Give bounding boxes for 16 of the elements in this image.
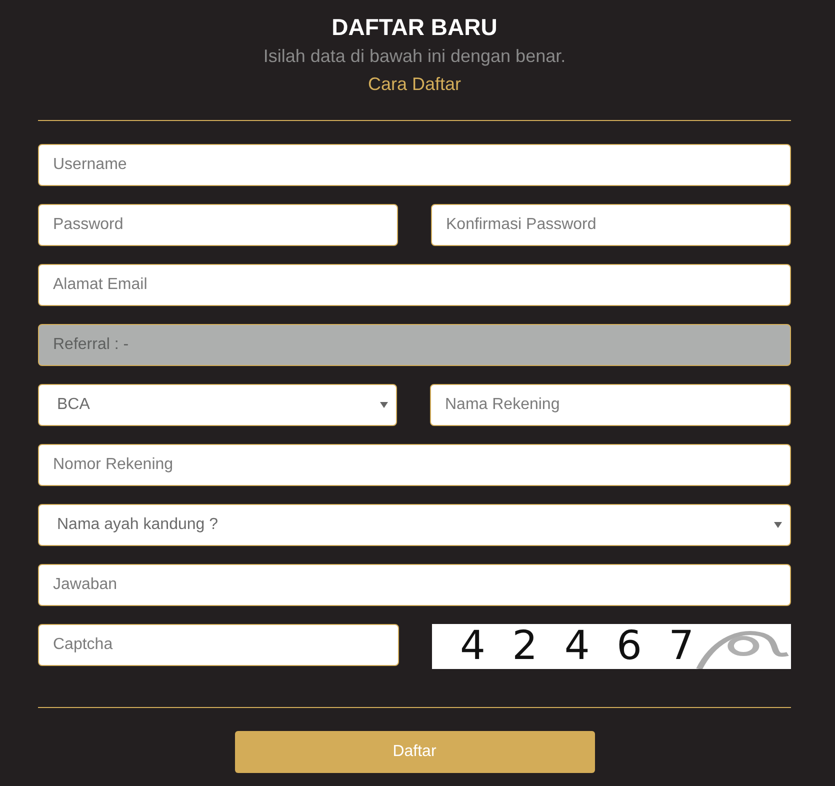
caret-icon <box>380 402 388 408</box>
caret-icon <box>774 522 782 528</box>
captcha-code: 4 2 4 6 7 <box>460 624 696 669</box>
input-field[interactable]: Nomor Rekening <box>38 444 791 486</box>
input-field[interactable]: Username <box>38 144 791 186</box>
input-field[interactable]: Password <box>38 204 398 246</box>
select-field[interactable]: Nama ayah kandung ? <box>38 504 791 546</box>
guide-link[interactable]: Cara Daftar <box>368 70 462 98</box>
subtitle: Isilah data di bawah ini dengan benar. <box>263 45 566 68</box>
select-field[interactable]: BCA <box>38 384 397 426</box>
input-field[interactable]: Alamat Email <box>38 264 791 306</box>
input-field[interactable]: Nama Rekening <box>430 384 791 426</box>
page-title: DAFTAR BARU <box>332 13 498 42</box>
input-field[interactable]: Captcha <box>38 624 399 666</box>
input-field[interactable]: Konfirmasi Password <box>431 204 791 246</box>
input-field[interactable]: Jawaban <box>38 564 791 606</box>
